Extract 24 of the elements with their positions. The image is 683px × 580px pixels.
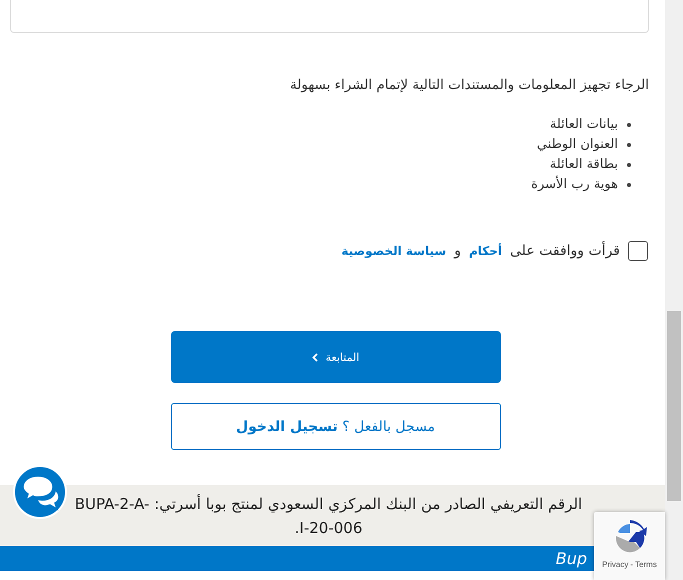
instructions-text: الرجاء تجهيز المعلومات والمستندات التالية لإتمام الشراء بسهولة <box>289 77 649 93</box>
agree-checkbox[interactable] <box>628 241 648 261</box>
bullet-icon <box>627 143 631 147</box>
bullet-icon <box>627 163 631 167</box>
continue-button[interactable]: المتابعة <box>170 331 500 383</box>
license-text: الرقم التعريفي الصادر من البنك المركزي السعودي لمنتج بوبا أسرتي: BUPA-2-A-I-20-006. <box>74 493 584 538</box>
document-item: بطاقة العائلة <box>550 156 618 174</box>
terms-link[interactable]: Terms <box>635 560 657 569</box>
document-item: هوية رب الأسرة <box>531 175 618 194</box>
agree-text: قرأت ووافقت على <box>510 243 620 259</box>
scrollbar-thumb[interactable] <box>667 311 681 501</box>
login-button[interactable]: مسجل بالفعل ؟ تسجيل الدخول <box>170 403 500 450</box>
chat-icon[interactable] <box>13 465 67 519</box>
conjunction-text: و <box>454 243 461 259</box>
brand-text: Bup <box>556 549 587 568</box>
document-item: العنوان الوطني <box>536 136 618 154</box>
document-item: بيانات العائلة <box>550 116 618 134</box>
terms-link[interactable]: أحكام <box>468 244 502 258</box>
privacy-link[interactable]: سياسة الخصوصية <box>341 244 446 258</box>
bullet-icon <box>627 123 631 127</box>
chevron-icon <box>312 352 318 362</box>
privacy-link[interactable]: Privacy <box>602 560 628 569</box>
separator-text: - <box>630 560 634 569</box>
bullet-icon <box>627 183 631 187</box>
